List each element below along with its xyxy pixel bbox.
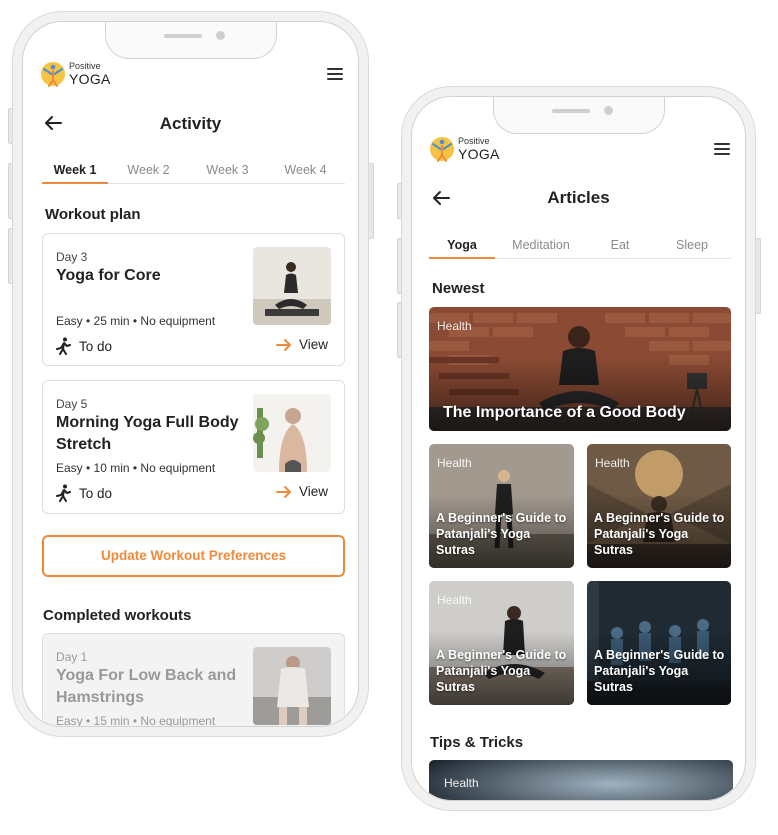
tab-week-1[interactable]: Week 1 <box>42 163 108 184</box>
phone-side-button <box>397 238 403 294</box>
article-tag: Health <box>437 456 472 470</box>
brand-small-text: Positive <box>69 61 101 71</box>
phone-side-button <box>8 228 14 284</box>
newest-heading: Newest <box>432 280 485 297</box>
workout-meta: Easy • 25 min • No equipment <box>56 314 216 328</box>
tab-meditation[interactable]: Meditation <box>495 238 587 258</box>
workout-day: Day 1 <box>56 650 88 664</box>
article-tag: Health <box>437 319 472 333</box>
article-title: The Importance of a Good Body <box>443 404 686 421</box>
phone-activity: Positive YOGA Activity Week 1 Week 2 Wee… <box>22 21 359 727</box>
brand-big-text: YOGA <box>458 146 500 162</box>
article-category-tabs: Yoga Meditation Eat Sleep <box>429 238 731 259</box>
view-workout-link[interactable]: View <box>275 337 328 352</box>
article-card[interactable]: Health A Beginner's Guide to Patanjali's… <box>429 444 574 568</box>
completed-workouts-heading: Completed workouts <box>43 607 192 624</box>
update-preferences-button[interactable]: Update Workout Preferences <box>42 535 345 577</box>
workout-title: Yoga for Core <box>56 267 161 284</box>
workout-title: Morning Yoga Full Body Stretch <box>56 414 239 453</box>
page-title: Articles <box>547 188 610 207</box>
article-tag: Health <box>444 776 479 790</box>
workout-plan-heading: Workout plan <box>45 206 141 223</box>
article-tag: Health <box>437 593 472 607</box>
workout-card[interactable]: Day 3 Yoga for Core Easy • 25 min • No e… <box>42 233 345 366</box>
tab-week-3[interactable]: Week 3 <box>189 163 266 183</box>
phone-side-button <box>8 108 14 144</box>
phone-speaker <box>163 34 202 38</box>
phone-camera <box>215 31 225 40</box>
arrow-right-icon <box>275 485 291 498</box>
workout-thumbnail <box>253 394 331 472</box>
tips-article-card[interactable]: Health <box>429 760 733 800</box>
workout-status: To do <box>56 484 112 502</box>
brand-logo[interactable]: Positive YOGA <box>40 60 111 88</box>
week-tabs: Week 1 Week 2 Week 3 Week 4 <box>42 163 345 184</box>
phone-articles: Positive YOGA Articles Yoga Meditation E… <box>411 96 746 801</box>
phone-side-button <box>397 302 403 358</box>
phone-notch <box>492 97 665 134</box>
phone-speaker <box>551 109 590 113</box>
article-title: A Beginner's Guide to Patanjali's Yoga S… <box>436 511 567 557</box>
activity-screen: Positive YOGA Activity Week 1 Week 2 Wee… <box>23 22 358 726</box>
view-workout-link[interactable]: View <box>275 484 328 499</box>
article-card[interactable]: Health A Beginner's Guide to Patanjali's… <box>429 581 574 705</box>
workout-status-label: To do <box>79 485 113 501</box>
hamburger-menu-icon[interactable] <box>714 143 730 155</box>
workout-thumbnail <box>253 247 331 325</box>
phone-notch <box>104 22 277 59</box>
arrow-right-icon <box>275 338 291 351</box>
yoga-logo-icon <box>430 137 454 162</box>
phone-camera <box>603 106 613 115</box>
featured-article-card[interactable]: Health The Importance of a Good Body <box>429 307 731 431</box>
view-label: View <box>298 337 328 352</box>
workout-status-label: To do <box>79 338 113 354</box>
completed-workout-card[interactable]: Day 1 Yoga For Low Back and Hamstrings E… <box>42 633 345 726</box>
workout-day: Day 5 <box>56 397 88 411</box>
phone-side-button <box>368 163 374 239</box>
article-card[interactable]: A Beginner's Guide to Patanjali's Yoga S… <box>587 581 731 705</box>
phone-side-button <box>8 163 14 219</box>
article-title: A Beginner's Guide to Patanjali's Yoga S… <box>436 648 567 694</box>
tab-eat[interactable]: Eat <box>587 238 653 258</box>
page-title: Activity <box>159 114 222 133</box>
workout-status: To do <box>56 337 112 355</box>
tab-week-2[interactable]: Week 2 <box>108 163 189 183</box>
phone-side-button <box>397 183 403 219</box>
workout-day: Day 3 <box>56 250 88 264</box>
article-tag: Health <box>595 456 630 470</box>
brand-small-text: Positive <box>458 136 490 146</box>
article-title: A Beginner's Guide to Patanjali's Yoga S… <box>594 511 725 557</box>
workout-meta: Easy • 15 min • No equipment <box>56 714 216 726</box>
running-person-icon <box>56 484 71 502</box>
workout-meta: Easy • 10 min • No equipment <box>56 461 216 475</box>
workout-thumbnail <box>253 647 331 725</box>
articles-screen: Positive YOGA Articles Yoga Meditation E… <box>412 97 745 800</box>
workout-card[interactable]: Day 5 Morning Yoga Full Body Stretch Eas… <box>42 380 345 514</box>
brand-logo[interactable]: Positive YOGA <box>429 135 500 163</box>
phone-side-button <box>755 238 761 314</box>
view-label: View <box>298 484 328 499</box>
tab-yoga[interactable]: Yoga <box>429 238 495 259</box>
article-title: A Beginner's Guide to Patanjali's Yoga S… <box>594 648 725 694</box>
tab-sleep[interactable]: Sleep <box>653 238 731 258</box>
tips-tricks-heading: Tips & Tricks <box>430 734 524 751</box>
article-card[interactable]: Health A Beginner's Guide to Patanjali's… <box>587 444 731 568</box>
hamburger-menu-icon[interactable] <box>327 68 343 80</box>
brand-big-text: YOGA <box>69 71 111 87</box>
running-person-icon <box>56 337 71 355</box>
tab-week-4[interactable]: Week 4 <box>266 163 345 183</box>
workout-title: Yoga For Low Back and Hamstrings <box>56 667 237 706</box>
yoga-logo-icon <box>41 62 65 87</box>
